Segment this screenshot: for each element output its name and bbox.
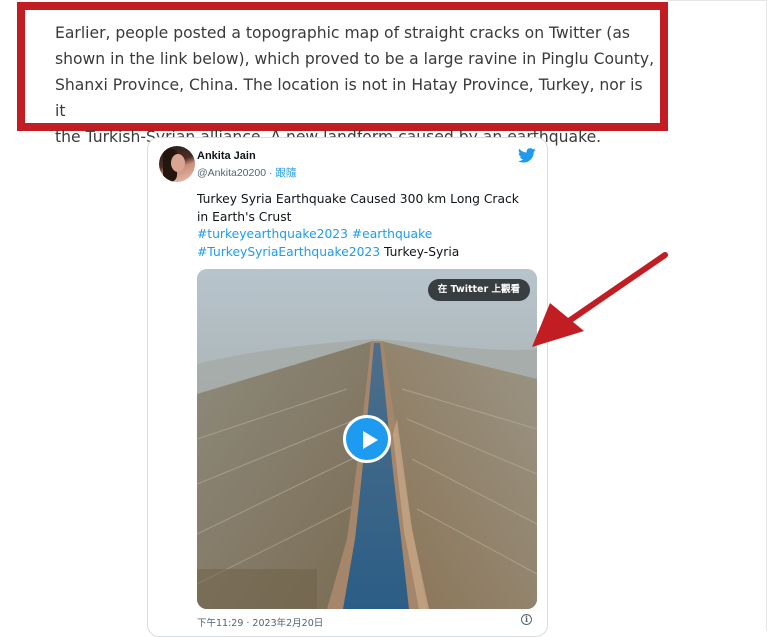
- highlight-box: Earlier, people posted a topographic map…: [17, 2, 668, 146]
- video-thumbnail[interactable]: 在 Twitter 上觀看: [197, 269, 537, 609]
- hashtag-link[interactable]: #TurkeySyriaEarthquake2023: [197, 245, 380, 259]
- tweet-hashtag-line: #turkeyearthquake2023 #earthquake: [197, 226, 542, 244]
- highlight-line: Shanxi Province, China. The location is …: [55, 76, 643, 120]
- avatar[interactable]: [159, 146, 195, 182]
- avatar-face: [171, 154, 185, 172]
- follow-link[interactable]: 跟隨: [275, 167, 296, 179]
- watch-on-twitter-button[interactable]: 在 Twitter 上觀看: [427, 279, 530, 301]
- info-icon[interactable]: i: [521, 614, 532, 625]
- tweet-text: Turkey Syria Earthquake Caused 300 km Lo…: [197, 191, 542, 261]
- tweet-trailing-text: Turkey-Syria: [380, 244, 460, 259]
- handle-separator: ·: [266, 167, 276, 179]
- tweet-timestamp[interactable]: 下午11:29 · 2023年2月20日: [197, 615, 323, 629]
- play-icon: [363, 431, 378, 449]
- hashtag-link[interactable]: #turkeyearthquake2023: [197, 227, 348, 241]
- twitter-bird-icon[interactable]: [518, 148, 536, 163]
- arrow-pointer-icon: [532, 252, 668, 347]
- tweet-text-line: in Earth's Crust: [197, 209, 292, 224]
- tweet-text-line: Turkey Syria Earthquake Caused 300 km Lo…: [197, 192, 519, 206]
- play-button[interactable]: [343, 415, 391, 463]
- highlight-text: Earlier, people posted a topographic map…: [55, 20, 655, 150]
- author-handle[interactable]: @Ankita20200: [197, 167, 266, 179]
- author-handle-row: @Ankita20200 · 跟隨: [197, 165, 296, 180]
- embedded-tweet-card[interactable]: Ankita Jain @Ankita20200 · 跟隨 Turkey Syr…: [147, 137, 548, 637]
- hashtag-link[interactable]: #earthquake: [352, 227, 432, 241]
- highlight-line: shown in the link below), which proved t…: [55, 50, 655, 68]
- author-name[interactable]: Ankita Jain: [197, 150, 256, 162]
- highlight-line: Earlier, people posted a topographic map…: [55, 24, 631, 42]
- page-top-border: [668, 0, 767, 1]
- tweet-hashtag-line: #TurkeySyriaEarthquake2023 Turkey-Syria: [197, 244, 542, 262]
